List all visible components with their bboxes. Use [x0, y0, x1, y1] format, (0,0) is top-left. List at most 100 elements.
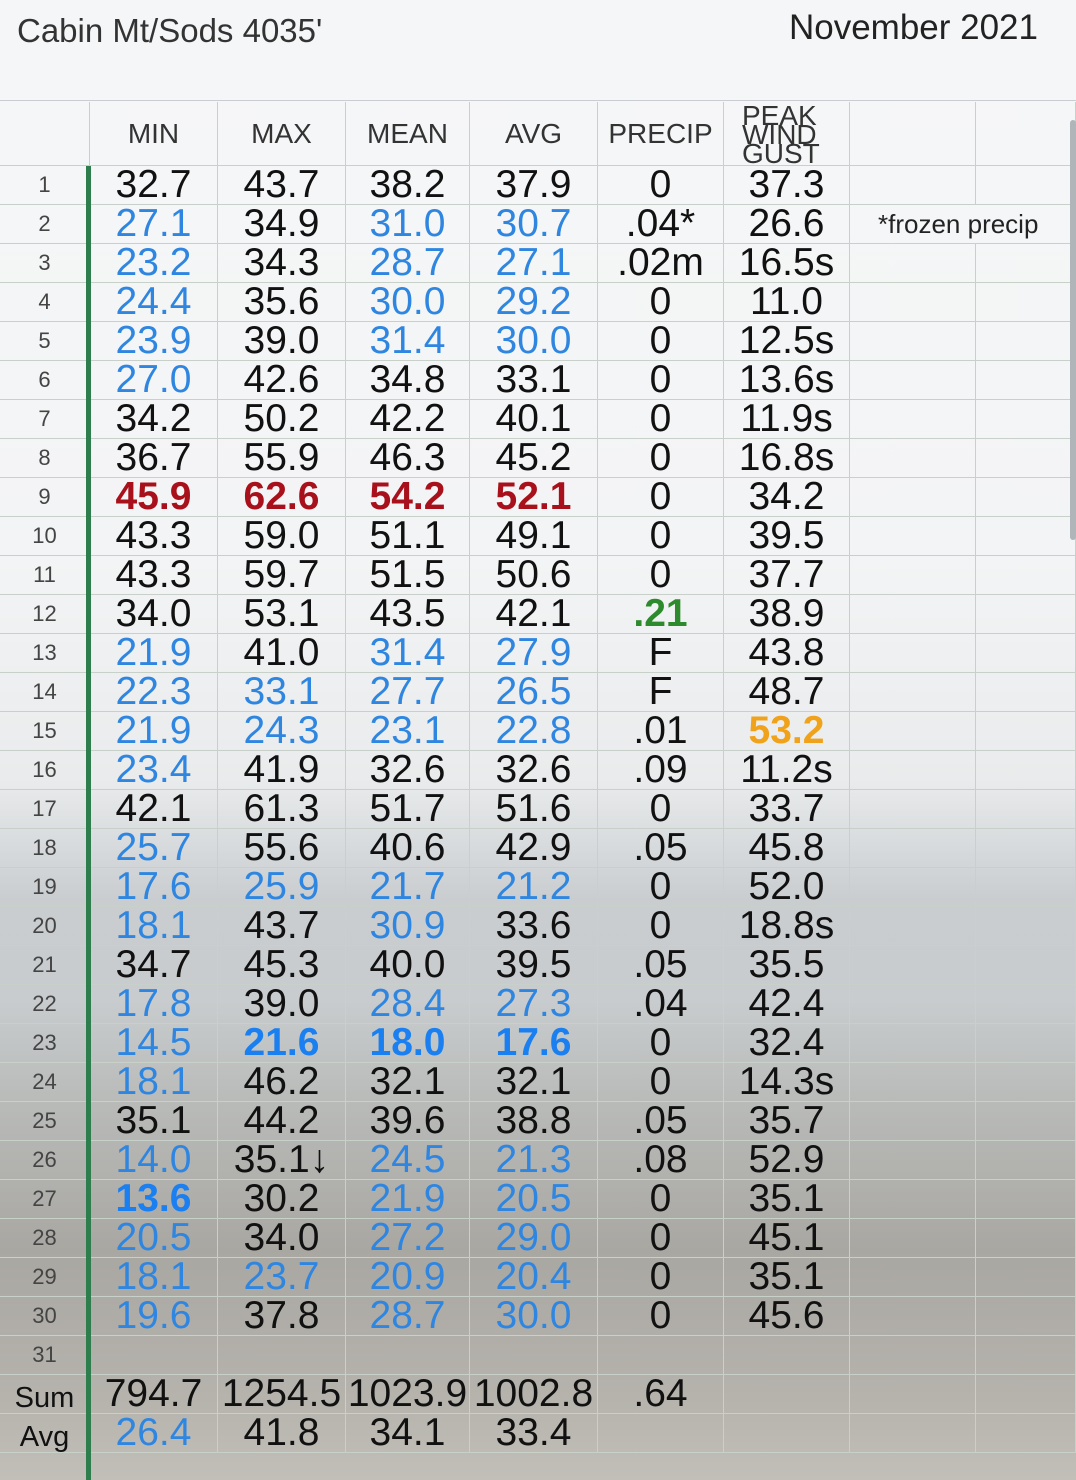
cell-avg[interactable]: 39.5 — [470, 945, 598, 985]
cell-min[interactable]: 17.8 — [90, 984, 218, 1024]
empty-cell[interactable] — [976, 868, 1076, 907]
cell-gust[interactable]: 13.6s — [724, 360, 850, 400]
empty-cell[interactable] — [976, 1297, 1076, 1336]
cell-min[interactable]: 23.9 — [90, 321, 218, 361]
empty-cell[interactable] — [850, 946, 976, 985]
row-number[interactable]: 15 — [0, 712, 90, 751]
cell-max[interactable]: 44.2 — [218, 1101, 346, 1141]
cell-max[interactable]: 41.9 — [218, 750, 346, 790]
cell-precip[interactable]: 0 — [598, 1179, 724, 1219]
empty-cell[interactable] — [976, 517, 1076, 556]
cell-mean[interactable]: 42.2 — [346, 399, 470, 439]
cell-mean[interactable]: 39.6 — [346, 1101, 470, 1141]
avg-gust[interactable] — [724, 1414, 850, 1453]
cell-max[interactable]: 50.2 — [218, 399, 346, 439]
cell-precip[interactable]: 0 — [598, 282, 724, 322]
empty-cell[interactable] — [850, 1219, 976, 1258]
cell-min[interactable]: 36.7 — [90, 438, 218, 478]
cell-avg[interactable]: 40.1 — [470, 399, 598, 439]
empty-cell[interactable] — [976, 283, 1076, 322]
cell-avg[interactable]: 30.0 — [470, 321, 598, 361]
cell-mean[interactable]: 51.5 — [346, 555, 470, 595]
empty-cell[interactable] — [850, 322, 976, 361]
empty-cell[interactable] — [850, 751, 976, 790]
row-number[interactable]: 26 — [0, 1141, 90, 1180]
cell-gust[interactable]: 32.4 — [724, 1023, 850, 1063]
row-number[interactable]: 14 — [0, 673, 90, 712]
cell-avg[interactable]: 33.1 — [470, 360, 598, 400]
row-number[interactable]: 2 — [0, 205, 90, 244]
row-number[interactable]: 8 — [0, 439, 90, 478]
row-number[interactable]: 23 — [0, 1024, 90, 1063]
cell-min[interactable]: 17.6 — [90, 867, 218, 907]
cell-min[interactable]: 18.1 — [90, 906, 218, 946]
cell-gust[interactable]: 35.1 — [724, 1257, 850, 1297]
cell-mean[interactable]: 28.4 — [346, 984, 470, 1024]
empty-cell[interactable] — [850, 673, 976, 712]
row-number[interactable]: 10 — [0, 517, 90, 556]
row-number[interactable]: 11 — [0, 556, 90, 595]
scrollbar[interactable] — [1070, 120, 1076, 540]
row-number[interactable]: 12 — [0, 595, 90, 634]
cell-avg[interactable]: 21.2 — [470, 867, 598, 907]
sum-max[interactable]: 1254.5 — [218, 1374, 346, 1414]
cell-gust[interactable]: 34.2 — [724, 477, 850, 517]
cell-max[interactable]: 30.2 — [218, 1179, 346, 1219]
empty-cell[interactable] — [976, 1063, 1076, 1102]
cell-mean[interactable]: 30.9 — [346, 906, 470, 946]
cell-max[interactable]: 43.7 — [218, 906, 346, 946]
cell-gust[interactable]: 37.7 — [724, 555, 850, 595]
cell-mean[interactable]: 46.3 — [346, 438, 470, 478]
cell-mean[interactable]: 27.2 — [346, 1218, 470, 1258]
cell-gust[interactable]: 11.9s — [724, 399, 850, 439]
cell-mean[interactable]: 31.4 — [346, 321, 470, 361]
column-header-empty[interactable] — [850, 102, 976, 166]
cell-avg[interactable]: 42.1 — [470, 594, 598, 634]
cell-avg[interactable]: 30.7 — [470, 204, 598, 244]
cell-avg[interactable]: 27.1 — [470, 243, 598, 283]
cell-avg[interactable]: 32.6 — [470, 750, 598, 790]
empty-cell[interactable] — [850, 712, 976, 751]
cell-precip[interactable]: 0 — [598, 867, 724, 907]
cell-min[interactable]: 18.1 — [90, 1062, 218, 1102]
cell-gust[interactable]: 26.6 — [724, 204, 850, 244]
column-header-precip[interactable]: PRECIP — [598, 102, 724, 166]
cell-precip[interactable]: 0 — [598, 438, 724, 478]
avg-max[interactable]: 41.8 — [218, 1413, 346, 1453]
row-number[interactable]: 16 — [0, 751, 90, 790]
empty-cell[interactable] — [976, 1336, 1076, 1375]
empty-cell[interactable] — [976, 1024, 1076, 1063]
cell-avg[interactable]: 52.1 — [470, 477, 598, 517]
empty-cell[interactable] — [976, 985, 1076, 1024]
cell-min[interactable]: 20.5 — [90, 1218, 218, 1258]
empty-cell[interactable] — [976, 400, 1076, 439]
cell-max[interactable]: 34.0 — [218, 1218, 346, 1258]
cell-min[interactable]: 27.0 — [90, 360, 218, 400]
cell-max[interactable]: 37.8 — [218, 1296, 346, 1336]
cell-min[interactable]: 19.6 — [90, 1296, 218, 1336]
empty-cell[interactable] — [850, 361, 976, 400]
avg-mean[interactable]: 34.1 — [346, 1413, 470, 1453]
empty-cell[interactable] — [976, 829, 1076, 868]
cell-max[interactable]: 39.0 — [218, 984, 346, 1024]
column-header-max[interactable]: MAX — [218, 102, 346, 166]
cell-mean[interactable]: 32.1 — [346, 1062, 470, 1102]
column-header-avg[interactable]: AVG — [470, 102, 598, 166]
cell-precip[interactable]: 0 — [598, 399, 724, 439]
row-number[interactable]: 6 — [0, 361, 90, 400]
cell-precip[interactable]: .08 — [598, 1140, 724, 1180]
cell-avg[interactable]: 27.9 — [470, 633, 598, 673]
cell-gust[interactable]: 18.8s — [724, 906, 850, 946]
cell-max[interactable]: 24.3 — [218, 711, 346, 751]
cell-precip[interactable]: .04* — [598, 204, 724, 244]
cell-gust[interactable]: 43.8 — [724, 633, 850, 673]
cell-mean[interactable]: 31.4 — [346, 633, 470, 673]
cell-gust[interactable]: 48.7 — [724, 672, 850, 712]
sum-min[interactable]: 794.7 — [90, 1374, 218, 1414]
row-number[interactable]: 9 — [0, 478, 90, 517]
empty-cell[interactable] — [850, 1414, 976, 1453]
cell-precip[interactable]: 0 — [598, 477, 724, 517]
cell-precip[interactable]: 0 — [598, 165, 724, 205]
empty-cell[interactable] — [850, 790, 976, 829]
cell-precip[interactable]: .21 — [598, 594, 724, 634]
